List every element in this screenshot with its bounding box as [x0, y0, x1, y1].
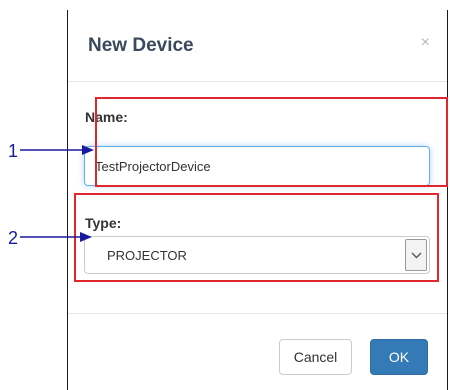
- close-icon[interactable]: ×: [421, 34, 430, 52]
- callout-arrow-2: [20, 232, 92, 242]
- callout-number-1: 1: [8, 141, 19, 161]
- header-divider: [68, 81, 447, 82]
- footer-divider: [68, 313, 447, 314]
- callout-number-2: 2: [8, 228, 19, 248]
- callout-box-1: [95, 97, 448, 187]
- dialog-title: New Device: [88, 35, 194, 56]
- ok-button[interactable]: OK: [370, 339, 428, 375]
- callout-arrow-1: [20, 145, 94, 155]
- callout-box-2: [74, 193, 439, 282]
- cancel-button[interactable]: Cancel: [279, 339, 352, 375]
